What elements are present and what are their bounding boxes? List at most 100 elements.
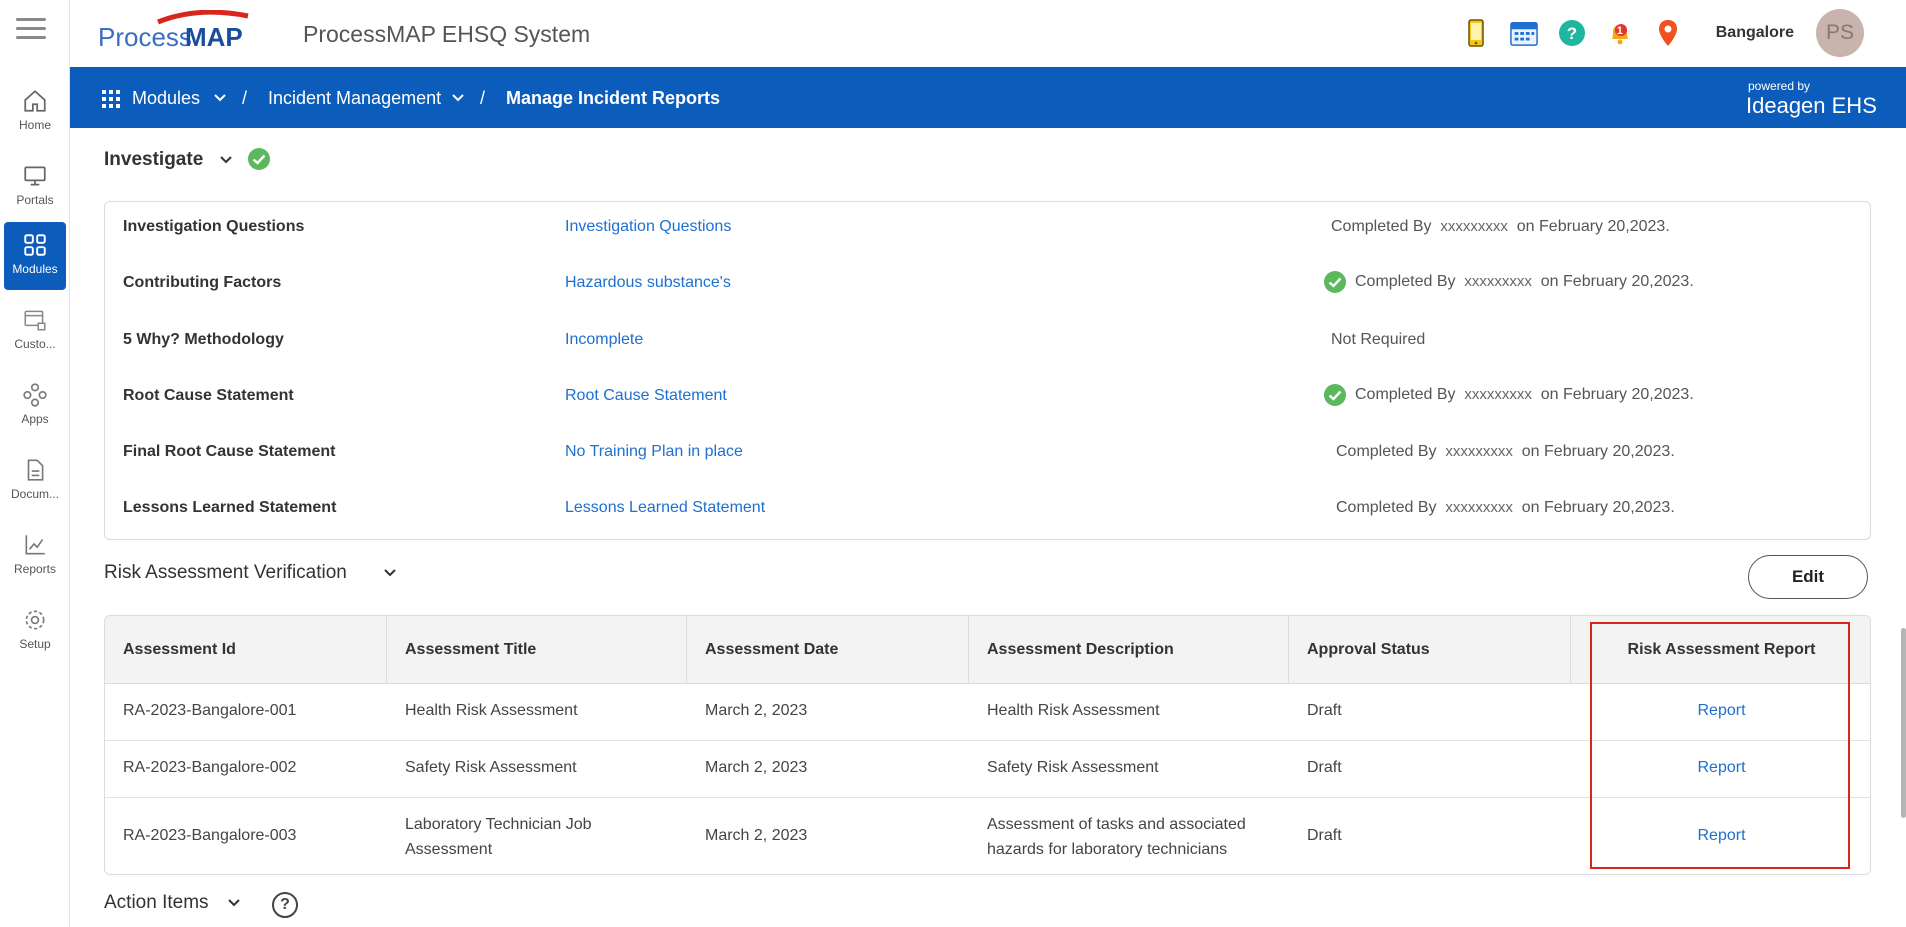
cell-title: Health Risk Assessment [405,702,578,719]
cell-title: Laboratory Technician Job Assessment [405,816,592,858]
table-row: RA-2023-Bangalore-002 Safety Risk Assess… [105,741,1870,798]
row-link[interactable]: Incomplete [565,331,643,349]
avatar[interactable]: PS [1816,9,1864,57]
location-pin-icon[interactable] [1654,19,1682,47]
row-status: Completed By xxxxxxxxx on February 20,20… [1331,218,1670,235]
sidebar-item-custom[interactable]: Custo... [4,297,66,365]
app-title: ProcessMAP EHSQ System [303,21,591,47]
chevron-down-icon[interactable] [452,94,464,102]
modules-grid-icon [24,234,46,256]
processmap-logo[interactable]: Process MAP [98,10,263,54]
risk-assessment-table: Assessment Id Assessment Title Assessmen… [104,615,1871,875]
chevron-down-icon[interactable] [220,156,232,164]
breadcrumb: Modules / Incident Management / Manage I… [70,67,1906,128]
svg-text:MAP: MAP [185,22,243,52]
row-label: Investigation Questions [123,218,305,235]
sidebar-item-label: Reports [13,562,57,576]
gear-icon [25,610,45,630]
svg-text:?: ? [1567,24,1577,43]
sidebar-item-modules[interactable]: Modules [4,222,66,290]
home-icon [24,90,46,112]
mobile-icon[interactable] [1462,19,1490,47]
edit-button[interactable]: Edit [1748,555,1868,599]
column-header[interactable]: Assessment Date [687,616,969,684]
breadcrumb-incident-management[interactable]: Incident Management [268,88,441,109]
cell-date: March 2, 2023 [705,827,808,844]
sidebar-item-reports[interactable]: Reports [4,522,66,590]
document-icon [27,459,44,481]
breadcrumb-separator: / [480,88,486,108]
sidebar-item-home[interactable]: Home [4,78,66,146]
sidebar-item-label: Custo... [14,337,56,351]
notification-count: 1 [1616,25,1623,37]
report-link[interactable]: Report [1571,759,1870,777]
sidebar-item-documents[interactable]: Docum... [4,447,66,515]
row-label: Contributing Factors [123,274,282,291]
powered-brand-text: Ideagen EHS [1746,93,1877,118]
column-header[interactable]: Assessment Description [969,616,1289,684]
chevron-down-icon[interactable] [384,569,396,577]
check-circle-icon [1324,271,1346,293]
row-link[interactable]: Investigation Questions [565,218,731,236]
cell-description: Health Risk Assessment [987,702,1160,719]
row-status: Completed By xxxxxxxxx on February 20,20… [1323,383,1694,407]
row-status: Not Required [1331,331,1426,348]
list-item: Contributing Factors Hazardous substance… [105,271,1870,304]
row-status: Completed By xxxxxxxxx on February 20,20… [1336,499,1675,516]
chevron-down-icon[interactable] [214,94,226,102]
row-link[interactable]: No Training Plan in place [565,443,743,461]
calendar-icon[interactable] [1509,19,1538,47]
cell-id: RA-2023-Bangalore-001 [123,702,297,719]
list-item: Investigation Questions Investigation Qu… [105,218,1870,248]
table-header: Assessment Id Assessment Title Assessmen… [105,616,1870,684]
scrollbar[interactable] [1901,628,1906,818]
row-label: 5 Why? Methodology [123,331,284,348]
list-item: 5 Why? Methodology Incomplete Not Requir… [105,331,1870,361]
cell-status: Draft [1307,759,1342,776]
row-status: Completed By xxxxxxxxx on February 20,20… [1336,443,1675,460]
action-items-title: Action Items [104,892,209,913]
column-header[interactable]: Assessment Title [387,616,687,684]
breadcrumb-separator: / [242,88,248,108]
check-circle-icon [248,148,270,170]
svg-text:Process: Process [98,22,192,52]
table-row: RA-2023-Bangalore-003 Laboratory Technic… [105,798,1870,874]
sidebar-item-setup[interactable]: Setup [4,597,66,665]
row-label: Final Root Cause Statement [123,443,336,460]
hamburger-menu-icon[interactable] [16,18,46,40]
row-link[interactable]: Lessons Learned Statement [565,499,765,517]
cell-id: RA-2023-Bangalore-002 [123,759,297,776]
apps-grid-icon[interactable] [102,90,120,108]
cell-description: Assessment of tasks and associated hazar… [987,816,1246,858]
breadcrumb-current: Manage Incident Reports [506,88,721,108]
column-header[interactable]: Risk Assessment Report [1571,616,1870,684]
cell-date: March 2, 2023 [705,759,808,776]
row-link[interactable]: Root Cause Statement [565,387,727,405]
sidebar-item-label: Setup [19,637,51,651]
sidebar-item-portals[interactable]: Portals [4,153,66,221]
cell-status: Draft [1307,827,1342,844]
left-sidebar: Home Portals Modules Custo... Apps Docum… [0,0,70,927]
breadcrumb-modules[interactable]: Modules [132,88,200,109]
cell-date: March 2, 2023 [705,702,808,719]
report-link[interactable]: Report [1571,827,1870,845]
row-label: Root Cause Statement [123,387,294,404]
sidebar-item-label: Apps [21,412,49,426]
column-header[interactable]: Approval Status [1289,616,1571,684]
location-label[interactable]: Bangalore [1716,24,1794,42]
list-item: Final Root Cause Statement No Training P… [105,443,1870,473]
sidebar-item-apps[interactable]: Apps [4,372,66,440]
cell-id: RA-2023-Bangalore-003 [123,827,297,844]
sidebar-item-label: Modules [12,262,58,276]
investigate-title: Investigate [104,149,204,170]
row-link[interactable]: Hazardous substance's [565,274,731,292]
help-icon[interactable]: ? [1558,19,1586,47]
notification-bell-icon[interactable]: 1 [1606,19,1634,47]
chevron-down-icon[interactable] [228,899,240,907]
question-circle-icon[interactable]: ? [272,892,298,918]
report-link[interactable]: Report [1571,702,1870,720]
list-item: Root Cause Statement Root Cause Statemen… [105,384,1870,417]
powered-by-logo: powered by Ideagen EHS [1742,79,1882,119]
sidebar-item-label: Home [18,118,51,132]
column-header[interactable]: Assessment Id [105,616,387,684]
